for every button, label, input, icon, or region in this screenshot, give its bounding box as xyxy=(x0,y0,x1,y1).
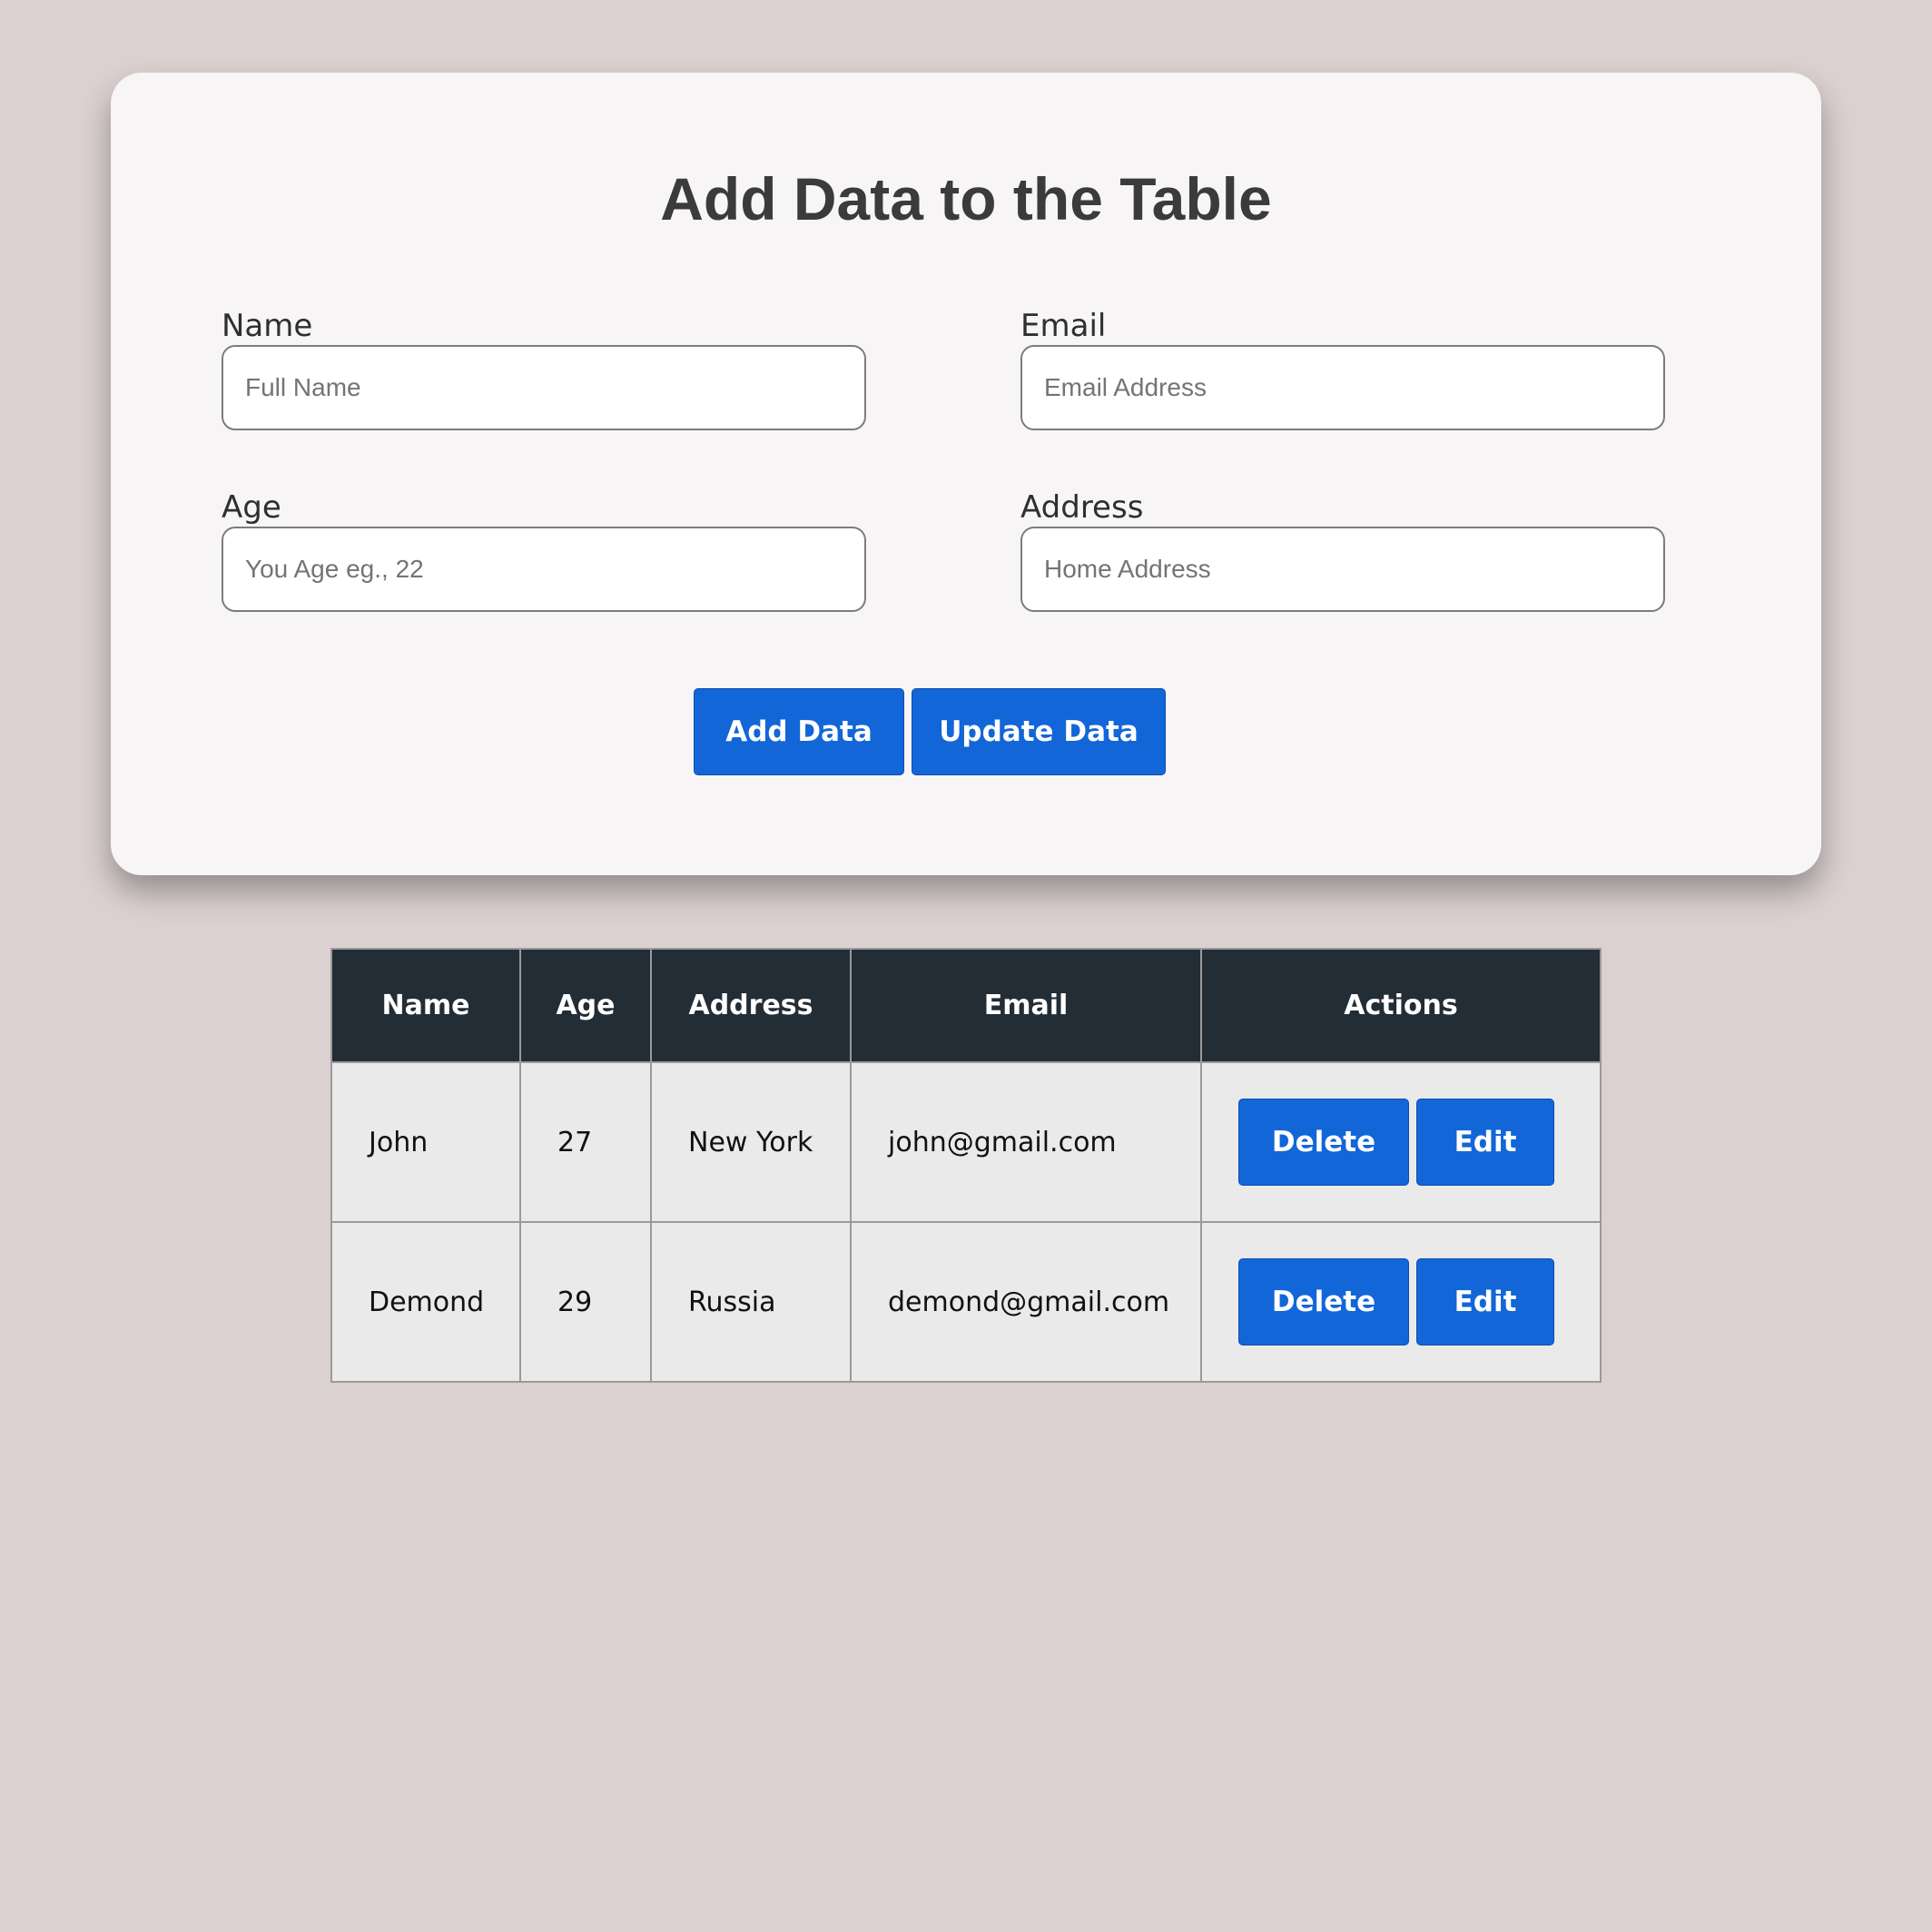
email-label: Email xyxy=(1020,308,1107,344)
page-title: Add Data to the Table xyxy=(660,165,1272,232)
age-input[interactable] xyxy=(222,527,866,612)
table-row: Demond 29 Russia demond@gmail.com Delete… xyxy=(330,1221,1602,1383)
form-card: Add Data to the Table Name Email Age Add… xyxy=(111,73,1821,875)
cell-address: Russia xyxy=(650,1221,852,1383)
column-header-name: Name xyxy=(330,948,521,1063)
data-table: Name Age Address Email Actions John 27 N… xyxy=(330,948,1602,1383)
cell-email: john@gmail.com xyxy=(850,1061,1202,1223)
column-header-address: Address xyxy=(650,948,852,1063)
cell-email: demond@gmail.com xyxy=(850,1221,1202,1383)
cell-address: New York xyxy=(650,1061,852,1223)
name-label: Name xyxy=(222,308,313,344)
cell-actions: Delete Edit xyxy=(1200,1221,1602,1383)
edit-button[interactable]: Edit xyxy=(1416,1099,1554,1186)
column-header-actions: Actions xyxy=(1200,948,1602,1063)
delete-button[interactable]: Delete xyxy=(1238,1258,1409,1346)
age-label: Age xyxy=(222,489,281,526)
cell-age: 29 xyxy=(519,1221,652,1383)
column-header-email: Email xyxy=(850,948,1202,1063)
cell-age: 27 xyxy=(519,1061,652,1223)
cell-name: Demond xyxy=(330,1221,521,1383)
delete-button[interactable]: Delete xyxy=(1238,1099,1409,1186)
cell-name: John xyxy=(330,1061,521,1223)
address-label: Address xyxy=(1020,489,1144,526)
column-header-age: Age xyxy=(519,948,652,1063)
address-input[interactable] xyxy=(1020,527,1665,612)
update-data-button[interactable]: Update Data xyxy=(912,688,1166,775)
add-data-button[interactable]: Add Data xyxy=(694,688,904,775)
table-row: John 27 New York john@gmail.com Delete Ed… xyxy=(330,1061,1602,1223)
cell-actions: Delete Edit xyxy=(1200,1061,1602,1223)
table-header-row: Name Age Address Email Actions xyxy=(330,948,1602,1063)
name-input[interactable] xyxy=(222,345,866,430)
email-input[interactable] xyxy=(1020,345,1665,430)
edit-button[interactable]: Edit xyxy=(1416,1258,1554,1346)
